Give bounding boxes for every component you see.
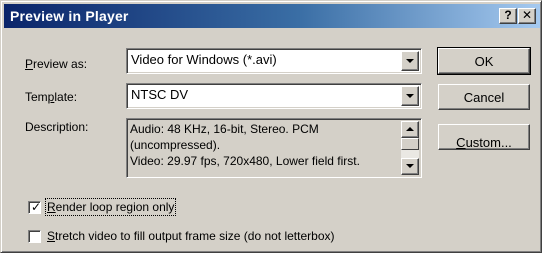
template-dropdown[interactable]: NTSC DV — [126, 83, 422, 109]
description-line: Video: 29.97 fps, 720x480, Lower field f… — [130, 154, 360, 168]
preview-as-accel: P — [25, 57, 34, 71]
question-mark-icon: ? — [504, 8, 512, 22]
close-button[interactable]: ✕ — [518, 8, 536, 24]
template-dropdown-button[interactable] — [401, 86, 419, 106]
ok-button[interactable]: OK — [437, 47, 531, 75]
dialog-title: Preview in Player — [10, 8, 129, 24]
scroll-up-button[interactable] — [401, 121, 419, 138]
cancel-button[interactable]: Cancel — [438, 84, 530, 110]
custom-button[interactable]: Custom... — [438, 124, 530, 150]
description-scrollbar[interactable] — [401, 121, 419, 175]
description-label: Description: — [25, 120, 89, 134]
template-label: Template: — [25, 90, 78, 104]
chevron-down-icon — [406, 59, 414, 63]
title-bar[interactable]: Preview in Player ? ✕ — [4, 4, 540, 28]
preview-as-label: Preview as: — [25, 57, 88, 71]
scroll-thumb[interactable] — [401, 138, 419, 150]
custom-accel: C — [456, 135, 466, 150]
template-value: NTSC DV — [131, 87, 189, 102]
description-line: Audio: 48 KHz, 16-bit, Stereo. PCM — [130, 122, 319, 136]
stretch-video-label[interactable]: Stretch video to fill output frame size … — [47, 229, 334, 243]
preview-as-dropdown-button[interactable] — [401, 51, 419, 71]
description-line: (uncompressed). — [130, 138, 221, 152]
check-icon: ✓ — [31, 200, 42, 214]
preview-as-value: Video for Windows (*.avi) — [131, 52, 277, 67]
help-button[interactable]: ? — [499, 8, 517, 24]
description-box[interactable]: Audio: 48 KHz, 16-bit, Stereo. PCM (unco… — [126, 118, 422, 178]
scroll-down-button[interactable] — [401, 158, 419, 175]
render-loop-label[interactable]: Render loop region only — [44, 198, 177, 216]
close-icon: ✕ — [521, 8, 533, 22]
render-loop-checkbox[interactable]: ✓ — [28, 200, 42, 214]
preview-in-player-dialog: Preview in Player ? ✕ Preview as: Video … — [0, 0, 542, 253]
description-text: Audio: 48 KHz, 16-bit, Stereo. PCM (unco… — [130, 121, 394, 169]
chevron-up-icon — [406, 127, 414, 131]
chevron-down-icon — [406, 94, 414, 98]
preview-as-dropdown[interactable]: Video for Windows (*.avi) — [126, 48, 422, 74]
chevron-down-icon — [406, 164, 414, 168]
stretch-video-checkbox[interactable] — [28, 230, 41, 243]
